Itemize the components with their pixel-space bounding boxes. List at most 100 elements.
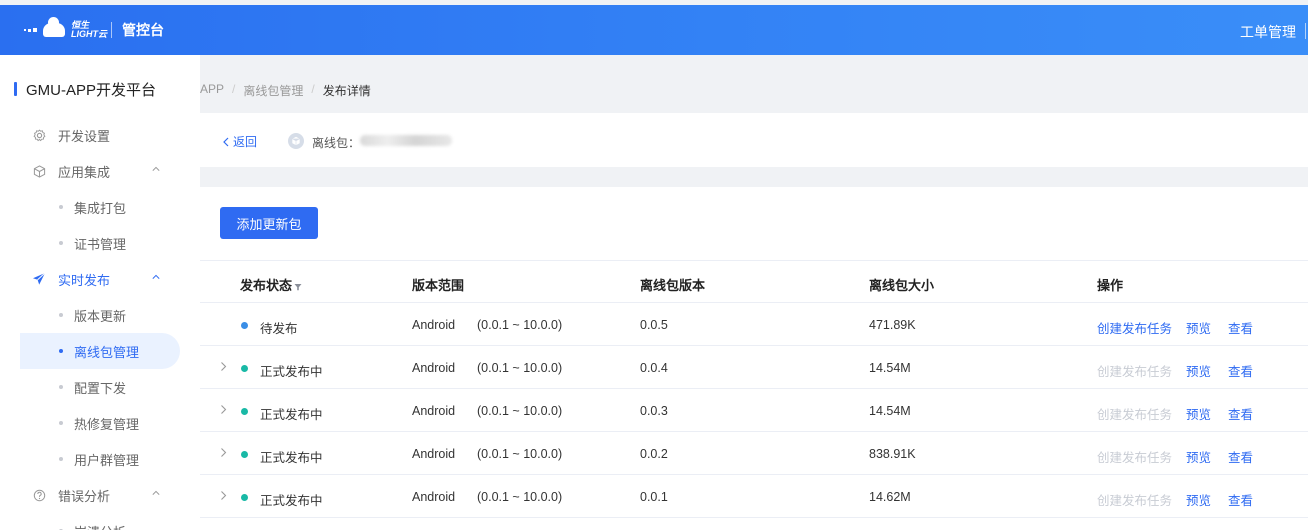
sidebar-item-error-analysis[interactable]: 错误分析 xyxy=(20,477,180,513)
version-range-text: (0.0.1 ~ 10.0.0) xyxy=(477,404,563,418)
create-release-task-link[interactable]: 创建发布任务 xyxy=(1097,318,1172,337)
sidebar-item-label: 崩溃分析 xyxy=(74,522,126,530)
bullet-dot xyxy=(59,241,63,245)
breadcrumb-offline-package[interactable]: 离线包管理 xyxy=(243,82,303,99)
expand-row-icon[interactable] xyxy=(219,490,228,501)
title-accent-bar xyxy=(14,82,17,96)
chevron-up-icon xyxy=(152,166,160,171)
create-release-task-link: 创建发布任务 xyxy=(1097,408,1173,422)
chevron-up-icon xyxy=(152,490,160,495)
sidebar-item-label: 离线包管理 xyxy=(74,344,140,360)
view-link[interactable]: 查看 xyxy=(1228,361,1253,380)
add-update-package-button[interactable]: 添加更新包 xyxy=(220,207,318,239)
sidebar-item-label: 热修复管理 xyxy=(74,416,140,432)
breadcrumb: APP / 离线包管理 / 发布详情 xyxy=(200,82,371,99)
sidebar-item-label: 版本更新 xyxy=(74,308,127,324)
view-link[interactable]: 查看 xyxy=(1228,318,1253,337)
sidebar-item-app-integration[interactable]: 应用集成 xyxy=(20,153,180,189)
version-range-text: (0.0.1 ~ 10.0.0) xyxy=(477,490,563,504)
sidebar-item-realtime-release[interactable]: 实时发布 xyxy=(20,261,180,297)
header-package-version: 离线包版本 xyxy=(640,278,706,293)
preview-link[interactable]: 预览 xyxy=(1186,404,1211,423)
platform-text: Android xyxy=(412,404,456,418)
sidebar-item-config-delivery[interactable]: 配置下发 xyxy=(20,369,180,405)
light-cloud-logo[interactable]: 恒生 LIGHT云 xyxy=(24,17,107,41)
topbar-divider xyxy=(111,22,112,38)
package-size-text: 471.89K xyxy=(869,318,916,332)
breadcrumb-separator: / xyxy=(311,82,315,96)
send-icon xyxy=(32,272,46,286)
status-text: 正式发布中 xyxy=(260,408,323,422)
sidebar-item-hotfix[interactable]: 热修复管理 xyxy=(20,405,180,441)
status-text: 待发布 xyxy=(260,322,298,336)
platform-text: Android xyxy=(412,490,456,504)
status-dot xyxy=(241,494,248,501)
sidebar-item-label: 配置下发 xyxy=(74,380,127,396)
header-status: 发布状态 xyxy=(240,275,302,294)
status-dot xyxy=(241,451,248,458)
version-range-text: (0.0.1 ~ 10.0.0) xyxy=(477,361,563,375)
app-title: GMU-APP开发平台 xyxy=(14,80,156,99)
package-version-text: 0.0.2 xyxy=(640,447,668,461)
platform-text: Android xyxy=(412,361,456,375)
expand-row-icon[interactable] xyxy=(219,447,228,458)
preview-link[interactable]: 预览 xyxy=(1186,490,1211,509)
sidebar-item-label: 证书管理 xyxy=(74,236,127,252)
sidebar-item-certificates[interactable]: 证书管理 xyxy=(20,225,180,261)
sidebar: GMU-APP开发平台 开发设置 应用集成 集成打包 证书管理 实时发布 版本更… xyxy=(0,55,200,530)
console-title[interactable]: 管控台 xyxy=(122,20,164,40)
status-text: 正式发布中 xyxy=(260,365,323,379)
status-text: 正式发布中 xyxy=(260,494,323,508)
cloud-icon xyxy=(43,17,65,37)
bullet-dot xyxy=(59,385,63,389)
preview-link[interactable]: 预览 xyxy=(1186,361,1211,380)
release-table-card: 添加更新包 发布状态 版本范围 离线包版本 离线包大小 操作 待发布 Androi… xyxy=(200,187,1308,530)
header-version-range: 版本范围 xyxy=(412,278,465,293)
version-range-text: (0.0.1 ~ 10.0.0) xyxy=(477,447,563,461)
sidebar-item-offline-package[interactable]: 离线包管理 xyxy=(20,333,180,369)
cube-icon xyxy=(32,164,46,178)
header-package-size: 离线包大小 xyxy=(869,278,935,293)
status-text: 正式发布中 xyxy=(260,451,323,465)
package-size-text: 14.54M xyxy=(869,361,911,375)
question-icon xyxy=(32,488,46,502)
bullet-dot xyxy=(59,421,63,425)
logo-line-2: LIGHT云 xyxy=(71,29,107,39)
view-link[interactable]: 查看 xyxy=(1228,404,1253,423)
create-release-task-link: 创建发布任务 xyxy=(1097,494,1173,508)
sidebar-item-label: 实时发布 xyxy=(58,272,111,288)
bullet-dot xyxy=(59,349,63,353)
header-status-label: 发布状态 xyxy=(240,278,293,293)
expand-row-icon[interactable] xyxy=(219,404,228,415)
platform-text: Android xyxy=(412,318,456,332)
bullet-dot xyxy=(59,313,63,317)
preview-link[interactable]: 预览 xyxy=(1186,447,1211,466)
status-dot xyxy=(241,408,248,415)
view-link[interactable]: 查看 xyxy=(1228,447,1253,466)
table-row: 正式发布中 Android (0.0.1 ~ 10.0.0) 0.0.2 838.91K… xyxy=(200,432,1308,475)
logo-dots-icon xyxy=(24,28,37,32)
create-release-task-link: 创建发布任务 xyxy=(1097,365,1173,379)
sidebar-item-version-update[interactable]: 版本更新 xyxy=(20,297,180,333)
package-version-text: 0.0.4 xyxy=(640,361,668,375)
expand-row-icon[interactable] xyxy=(219,361,228,372)
header-actions: 操作 xyxy=(1097,278,1124,293)
breadcrumb-app[interactable]: APP xyxy=(200,82,224,99)
view-link[interactable]: 查看 xyxy=(1228,490,1253,509)
sidebar-item-build-package[interactable]: 集成打包 xyxy=(20,189,180,225)
package-label: 离线包： xyxy=(312,136,361,150)
filter-icon[interactable] xyxy=(294,283,302,291)
sidebar-item-dev-settings[interactable]: 开发设置 xyxy=(20,117,180,153)
table-row: 正式发布中 Android (0.0.1 ~ 10.0.0) 0.0.1 14.62M 创… xyxy=(200,475,1308,518)
gear-icon xyxy=(32,128,46,142)
work-order-link[interactable]: 工单管理 xyxy=(1240,22,1296,42)
sidebar-item-user-groups[interactable]: 用户群管理 xyxy=(20,441,180,477)
platform-text: Android xyxy=(412,447,456,461)
back-button[interactable]: 返回 xyxy=(222,133,257,150)
preview-link[interactable]: 预览 xyxy=(1186,318,1211,337)
chevron-up-icon xyxy=(152,274,160,279)
sidebar-item-crash-analysis[interactable]: 崩溃分析 xyxy=(20,513,180,530)
back-label: 返回 xyxy=(233,135,258,149)
bullet-dot xyxy=(59,205,63,209)
table-header: 发布状态 版本范围 离线包版本 离线包大小 操作 xyxy=(200,260,1308,303)
